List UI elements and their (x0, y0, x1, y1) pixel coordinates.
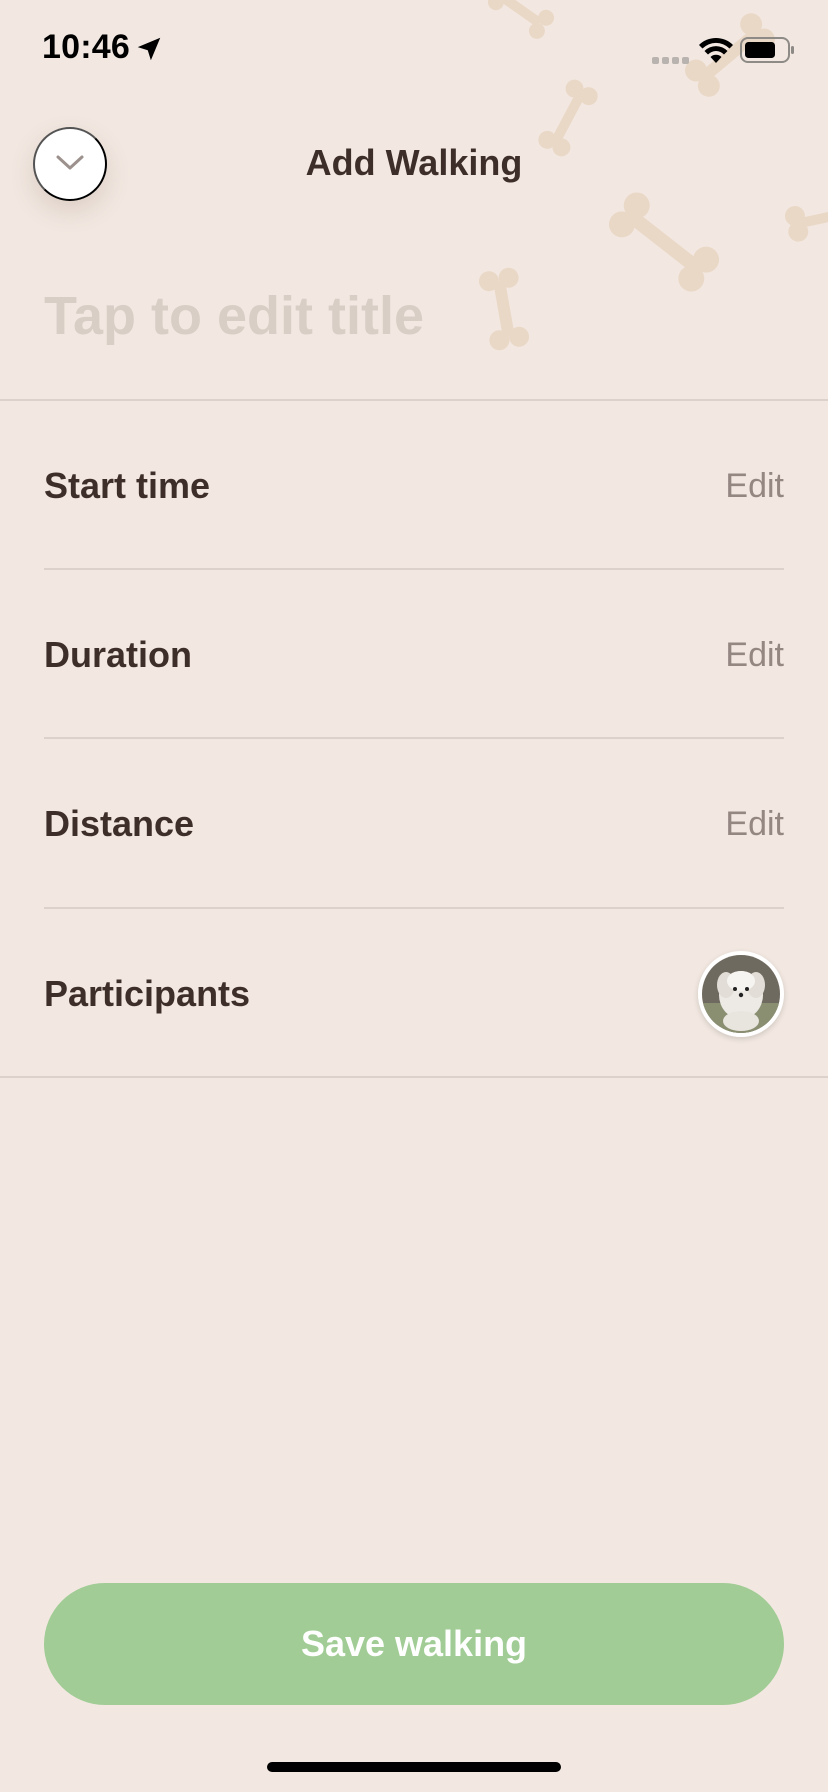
duration-row[interactable]: Duration Edit (44, 571, 784, 739)
distance-label: Distance (44, 803, 195, 844)
bone-decoration-icon (780, 188, 828, 248)
distance-edit-button[interactable]: Edit (725, 805, 784, 844)
add-walking-screen: 10:46 Add Walking Start time Edit Durati… (0, 0, 828, 1792)
divider (0, 1076, 828, 1078)
signal-icon (652, 52, 692, 70)
save-walking-button[interactable]: Save walking (44, 1583, 784, 1705)
location-arrow-icon (134, 34, 164, 69)
divider (44, 737, 784, 739)
divider (44, 907, 784, 909)
home-indicator (267, 1762, 561, 1772)
participants-label: Participants (44, 973, 251, 1014)
page-title: Add Walking (305, 142, 523, 183)
start-time-row[interactable]: Start time Edit (44, 402, 784, 570)
participants-row[interactable]: Participants (44, 910, 784, 1078)
wifi-icon (698, 36, 734, 69)
start-time-edit-button[interactable]: Edit (725, 467, 784, 506)
battery-icon (740, 36, 796, 69)
duration-edit-button[interactable]: Edit (725, 636, 784, 675)
status-time: 10:46 (42, 28, 130, 66)
duration-label: Duration (44, 634, 192, 675)
start-time-label: Start time (44, 465, 211, 506)
title-input[interactable] (44, 285, 744, 347)
participant-avatar[interactable] (698, 951, 784, 1037)
bone-decoration-icon (599, 183, 728, 301)
divider (0, 399, 828, 401)
distance-row[interactable]: Distance Edit (44, 740, 784, 908)
status-bar: 10:46 (0, 0, 828, 100)
divider (44, 568, 784, 570)
